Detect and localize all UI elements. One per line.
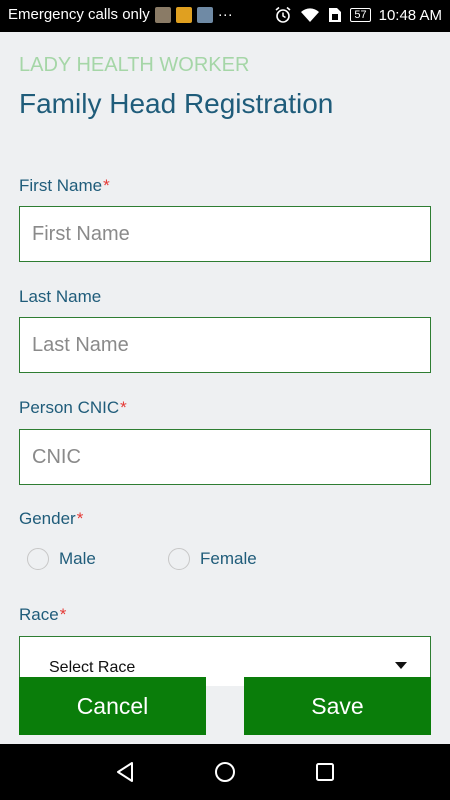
radio-circle[interactable] xyxy=(27,548,49,570)
photo-notification-icon xyxy=(154,6,171,23)
wifi-icon xyxy=(301,8,320,22)
app-subtitle: LADY HEALTH WORKER xyxy=(19,54,250,76)
race-select-value: Select Race xyxy=(49,659,136,676)
first-name-label: First Name* xyxy=(19,176,110,195)
dropdown-arrow-icon xyxy=(395,662,407,669)
gender-male-radio[interactable]: Male xyxy=(27,548,96,570)
more-notifications-indicator: ··· xyxy=(217,6,233,23)
last-name-input[interactable] xyxy=(19,317,431,373)
gender-option-label: Female xyxy=(200,549,257,568)
carrier-text: Emergency calls only xyxy=(8,6,150,23)
sim-icon xyxy=(329,8,342,22)
home-icon[interactable] xyxy=(214,761,236,783)
back-icon[interactable] xyxy=(114,761,136,783)
save-button[interactable]: Save xyxy=(244,677,431,735)
battery-icon: 57 xyxy=(350,8,371,22)
race-label: Race* xyxy=(19,605,67,624)
navigation-bar xyxy=(0,744,450,800)
gallery-notification-icon xyxy=(196,6,213,23)
first-name-input[interactable] xyxy=(19,206,431,262)
required-mark: * xyxy=(59,605,67,624)
radio-circle[interactable] xyxy=(168,548,190,570)
alarm-icon xyxy=(275,6,291,23)
cnic-label: Person CNIC* xyxy=(19,398,127,417)
gender-female-radio[interactable]: Female xyxy=(168,548,257,570)
gender-option-label: Male xyxy=(59,549,96,568)
gender-label: Gender* xyxy=(19,509,84,528)
status-bar: Emergency calls only ··· 57 10:48 AM xyxy=(0,0,450,32)
notes-notification-icon xyxy=(175,6,192,23)
cancel-button[interactable]: Cancel xyxy=(19,677,206,735)
required-mark: * xyxy=(76,509,84,528)
required-mark: * xyxy=(120,398,127,417)
recent-apps-icon[interactable] xyxy=(314,761,336,783)
required-mark: * xyxy=(103,176,110,195)
page-title: Family Head Registration xyxy=(19,88,334,119)
last-name-label: Last Name xyxy=(19,287,102,306)
cnic-input[interactable] xyxy=(19,429,431,485)
clock: 10:48 AM xyxy=(378,6,442,24)
